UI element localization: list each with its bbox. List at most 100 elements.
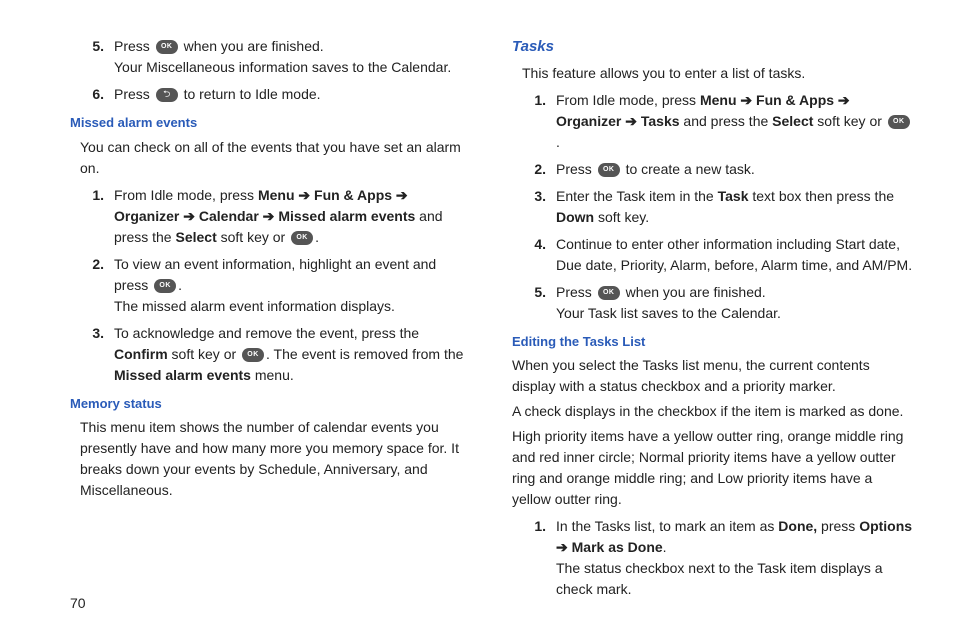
text: press bbox=[817, 518, 859, 534]
text-bold: Calendar bbox=[199, 208, 259, 224]
text: The missed alarm event information displ… bbox=[114, 298, 395, 314]
heading-editing-tasks: Editing the Tasks List bbox=[512, 332, 914, 352]
back-icon bbox=[156, 88, 178, 102]
text: . The event is removed from the bbox=[266, 346, 463, 362]
text-bold: Down bbox=[556, 209, 594, 225]
text-bold: Fun & Apps bbox=[756, 92, 834, 108]
heading-memory-status: Memory status bbox=[70, 394, 472, 414]
text-bold: Done, bbox=[778, 518, 817, 534]
step-number: 1. bbox=[512, 90, 556, 153]
step-body: From Idle mode, press Menu ➔ Fun & Apps … bbox=[556, 90, 914, 153]
paragraph: A check displays in the checkbox if the … bbox=[512, 401, 914, 422]
arrow-icon: ➔ bbox=[295, 187, 315, 203]
step-body: Press to return to Idle mode. bbox=[114, 84, 472, 105]
text: Press bbox=[114, 38, 154, 54]
step-number: 1. bbox=[70, 185, 114, 248]
step-number: 5. bbox=[512, 282, 556, 324]
text: soft key. bbox=[594, 209, 649, 225]
paragraph: High priority items have a yellow outter… bbox=[512, 426, 914, 510]
text-bold: Missed alarm events bbox=[278, 208, 415, 224]
text: Your Miscellaneous information saves to … bbox=[114, 59, 451, 75]
ok-icon bbox=[242, 348, 264, 362]
text: Press bbox=[556, 284, 596, 300]
text-bold: Organizer bbox=[556, 113, 621, 129]
ok-icon bbox=[291, 231, 313, 245]
arrow-icon: ➔ bbox=[179, 208, 199, 224]
text: To acknowledge and remove the event, pre… bbox=[114, 325, 419, 341]
text: Continue to enter other information incl… bbox=[556, 236, 912, 273]
ok-icon bbox=[154, 279, 176, 293]
step-body: In the Tasks list, to mark an item as Do… bbox=[556, 516, 914, 600]
heading-missed-alarm: Missed alarm events bbox=[70, 113, 472, 133]
page-number: 70 bbox=[70, 593, 86, 614]
paragraph: This menu item shows the number of calen… bbox=[80, 417, 472, 501]
text: soft key or bbox=[813, 113, 885, 129]
text-bold: Task bbox=[718, 188, 749, 204]
text: and press the bbox=[680, 113, 773, 129]
step-item: 2. To view an event information, highlig… bbox=[70, 254, 472, 317]
step-item: 5. Press when you are finished. Your Mis… bbox=[70, 36, 472, 78]
ok-icon bbox=[598, 286, 620, 300]
step-item: 2. Press to create a new task. bbox=[512, 159, 914, 180]
text-bold: Fun & Apps bbox=[314, 187, 392, 203]
text: soft key or bbox=[168, 346, 240, 362]
text: . bbox=[315, 229, 319, 245]
step-item: 4. Continue to enter other information i… bbox=[512, 234, 914, 276]
text-bold: Select bbox=[772, 113, 813, 129]
text: The status checkbox next to the Task ite… bbox=[556, 560, 883, 597]
text: menu. bbox=[251, 367, 294, 383]
steps-list: 1. From Idle mode, press Menu ➔ Fun & Ap… bbox=[70, 185, 472, 386]
text: soft key or bbox=[217, 229, 289, 245]
step-number: 2. bbox=[70, 254, 114, 317]
ok-icon bbox=[156, 40, 178, 54]
manual-page: 5. Press when you are finished. Your Mis… bbox=[0, 0, 954, 610]
ok-icon bbox=[598, 163, 620, 177]
text: when you are finished. bbox=[180, 38, 324, 54]
text: From Idle mode, press bbox=[114, 187, 258, 203]
text: Enter the Task item in the bbox=[556, 188, 718, 204]
heading-tasks: Tasks bbox=[512, 36, 914, 59]
text-bold: Select bbox=[175, 229, 216, 245]
step-body: To acknowledge and remove the event, pre… bbox=[114, 323, 472, 386]
step-item: 6. Press to return to Idle mode. bbox=[70, 84, 472, 105]
text: text box then press the bbox=[748, 188, 894, 204]
step-body: Press when you are finished. Your Miscel… bbox=[114, 36, 472, 78]
text: From Idle mode, press bbox=[556, 92, 700, 108]
text: Press bbox=[556, 161, 596, 177]
step-number: 1. bbox=[512, 516, 556, 600]
text: to create a new task. bbox=[622, 161, 755, 177]
arrow-icon: ➔ bbox=[737, 92, 757, 108]
text: when you are finished. bbox=[622, 284, 766, 300]
left-column: 5. Press when you are finished. Your Mis… bbox=[70, 30, 472, 590]
paragraph: When you select the Tasks list menu, the… bbox=[512, 355, 914, 397]
text-bold: Tasks bbox=[641, 113, 680, 129]
step-body: Enter the Task item in the Task text box… bbox=[556, 186, 914, 228]
arrow-icon: ➔ bbox=[556, 539, 572, 555]
text: . bbox=[556, 134, 560, 150]
text: . bbox=[178, 277, 182, 293]
text-bold: Confirm bbox=[114, 346, 168, 362]
step-number: 4. bbox=[512, 234, 556, 276]
step-item: 3. Enter the Task item in the Task text … bbox=[512, 186, 914, 228]
right-column: Tasks This feature allows you to enter a… bbox=[512, 30, 914, 590]
paragraph: This feature allows you to enter a list … bbox=[522, 63, 914, 84]
text: Press bbox=[114, 86, 154, 102]
steps-list: 5. Press when you are finished. Your Mis… bbox=[70, 36, 472, 105]
text-bold: Mark as Done bbox=[572, 539, 663, 555]
text: to return to Idle mode. bbox=[180, 86, 321, 102]
step-item: 1. From Idle mode, press Menu ➔ Fun & Ap… bbox=[70, 185, 472, 248]
step-number: 2. bbox=[512, 159, 556, 180]
arrow-icon: ➔ bbox=[621, 113, 641, 129]
step-number: 3. bbox=[512, 186, 556, 228]
steps-list: 1. From Idle mode, press Menu ➔ Fun & Ap… bbox=[512, 90, 914, 324]
step-body: Press when you are finished. Your Task l… bbox=[556, 282, 914, 324]
arrow-icon: ➔ bbox=[834, 92, 850, 108]
text-bold: Missed alarm events bbox=[114, 367, 251, 383]
arrow-icon: ➔ bbox=[392, 187, 408, 203]
step-number: 5. bbox=[70, 36, 114, 78]
text: . bbox=[663, 539, 667, 555]
text: In the Tasks list, to mark an item as bbox=[556, 518, 778, 534]
text: Your Task list saves to the Calendar. bbox=[556, 305, 781, 321]
text-bold: Organizer bbox=[114, 208, 179, 224]
step-number: 3. bbox=[70, 323, 114, 386]
